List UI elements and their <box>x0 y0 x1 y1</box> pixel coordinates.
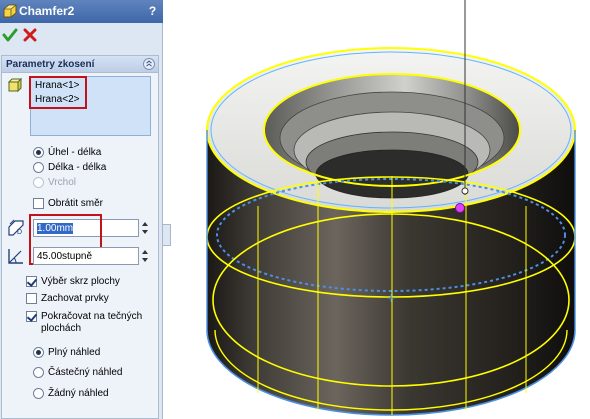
radio-button[interactable] <box>33 162 44 173</box>
radio-label: Úhel - délka <box>48 147 102 158</box>
radio-button[interactable] <box>33 147 44 158</box>
group-title: Parametry zkosení <box>6 59 95 70</box>
checkbox[interactable] <box>26 293 37 304</box>
radio-button[interactable] <box>33 367 44 378</box>
help-button[interactable]: ? <box>145 3 160 19</box>
radio-button[interactable] <box>33 388 44 399</box>
svg-text:D: D <box>17 229 22 236</box>
radio-distance-distance[interactable]: Délka - délka <box>33 161 106 174</box>
callout-anchor-icon[interactable] <box>461 187 469 195</box>
radio-label: Vrchol <box>48 177 76 188</box>
label-line: Pokračovat na tečných <box>41 311 143 322</box>
checkbox-label: Výběr skrz plochy <box>41 276 120 287</box>
radio-button[interactable] <box>33 347 44 358</box>
spin-down-icon[interactable] <box>142 230 148 234</box>
radio-angle-distance[interactable]: Úhel - délka <box>33 146 101 159</box>
panel-title: Chamfer2 <box>19 4 75 18</box>
title-bar: Chamfer2 ? <box>0 0 163 23</box>
radio-label: Plný náhled <box>48 347 101 358</box>
tangent-propagation-checkbox[interactable]: Pokračovat na tečných plochách <box>26 311 142 337</box>
radio-vertex: Vrchol <box>33 176 76 189</box>
spin-down-icon[interactable] <box>142 258 148 262</box>
selection-point-icon[interactable] <box>455 203 465 213</box>
angle-value: 45.00stupně <box>37 251 93 262</box>
checkbox[interactable] <box>26 276 37 287</box>
highlight-box-edges <box>29 76 87 109</box>
distance-icon: D <box>8 219 24 236</box>
flip-direction-checkbox[interactable]: Obrátit směr <box>33 198 103 211</box>
checkbox-label: Pokračovat na tečných plochách <box>41 311 142 335</box>
graphics-viewport[interactable] <box>171 0 590 419</box>
chamfer-feature-icon <box>3 4 17 18</box>
cancel-x-icon[interactable] <box>23 28 37 42</box>
checkbox-label: Zachovat prvky <box>41 293 109 304</box>
radio-partial-preview[interactable]: Částečný náhled <box>33 366 123 379</box>
select-through-faces-checkbox[interactable]: Výběr skrz plochy <box>26 276 120 289</box>
spin-up-icon[interactable] <box>142 222 148 226</box>
spin-up-icon[interactable] <box>142 250 148 254</box>
radio-button <box>33 177 44 188</box>
radio-label: Částečný náhled <box>48 367 123 378</box>
edge-selection-icon <box>8 78 22 92</box>
angle-icon <box>8 249 23 264</box>
property-manager: Chamfer2 ? Parametry zkosení Hrana<1> Hr… <box>0 0 163 419</box>
radio-label: Žádný náhled <box>48 388 109 399</box>
collapse-chevron-icon[interactable] <box>143 58 155 70</box>
radio-no-preview[interactable]: Žádný náhled <box>33 387 109 400</box>
checkbox[interactable] <box>33 198 44 209</box>
angle-spinner[interactable] <box>141 247 151 265</box>
ok-check-icon[interactable] <box>2 27 18 43</box>
checkbox[interactable] <box>26 311 37 322</box>
checkbox-label: Obrátit směr <box>48 198 104 209</box>
chamfer-parameters-group: Parametry zkosení Hrana<1> Hrana<2> Úhel… <box>1 55 159 419</box>
radio-label: Délka - délka <box>48 162 107 173</box>
group-header[interactable]: Parametry zkosení <box>2 56 158 73</box>
label-line: plochách <box>41 323 82 334</box>
angle-input[interactable]: 45.00stupně <box>33 247 139 265</box>
keep-features-checkbox[interactable]: Zachovat prvky <box>26 293 109 306</box>
distance-spinner[interactable] <box>141 219 151 237</box>
panel-resize-handle[interactable] <box>163 224 171 246</box>
radio-full-preview[interactable]: Plný náhled <box>33 346 100 359</box>
